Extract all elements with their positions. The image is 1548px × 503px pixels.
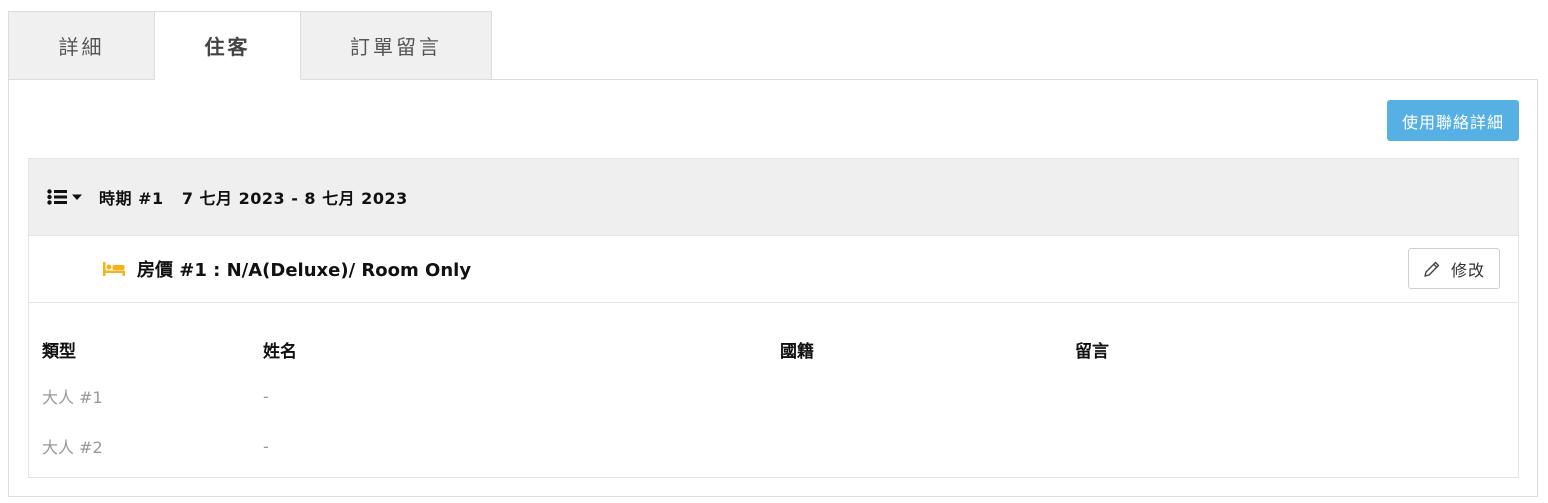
tab-guests[interactable]: 住客 [155, 11, 301, 80]
tab-order-messages[interactable]: 訂單留言 [301, 11, 492, 80]
edit-button-label: 修改 [1450, 260, 1485, 280]
table-header-row: 類型 姓名 國籍 留言 [42, 327, 1505, 371]
table-row: 大人 #2 - [42, 421, 1505, 471]
room-rate-title: 房價 #1 : N/A(Deluxe)/ Room Only [137, 260, 472, 281]
col-name: 姓名 [263, 341, 297, 362]
guest-message [1075, 421, 1505, 471]
use-contact-details-button[interactable]: 使用聯絡詳細 [1387, 100, 1519, 141]
col-message: 留言 [1075, 341, 1109, 362]
guests-panel: 使用聯絡詳細 時期 #1 7 七月 2023 - 8 七月 2023 房價 #1… [8, 79, 1538, 497]
guest-name: - [263, 436, 269, 456]
list-caret-icon[interactable] [47, 189, 85, 205]
guest-type: 大人 #2 [42, 438, 103, 457]
table-row: 大人 #1 - [42, 371, 1505, 421]
tab-bar: 詳細 住客 訂單留言 [8, 11, 492, 80]
guest-message [1075, 371, 1505, 421]
bed-icon [103, 262, 125, 276]
guest-nationality [780, 371, 1075, 421]
guest-nationality [780, 421, 1075, 471]
tab-details[interactable]: 詳細 [8, 11, 155, 80]
guest-type: 大人 #1 [42, 388, 103, 407]
guests-table: 類型 姓名 國籍 留言 大人 #1 - 大人 #2 - [42, 327, 1505, 471]
period-title: 時期 #1 7 七月 2023 - 8 七月 2023 [99, 189, 408, 208]
pencil-icon [1424, 261, 1440, 277]
room-rate-row: 房價 #1 : N/A(Deluxe)/ Room Only 修改 [29, 236, 1518, 303]
guest-name: - [263, 386, 269, 406]
col-type: 類型 [42, 341, 76, 362]
period-section: 時期 #1 7 七月 2023 - 8 七月 2023 房價 #1 : N/A(… [28, 158, 1519, 478]
col-nationality: 國籍 [780, 341, 814, 362]
period-header: 時期 #1 7 七月 2023 - 8 七月 2023 [29, 159, 1518, 236]
edit-button[interactable]: 修改 [1408, 248, 1500, 289]
